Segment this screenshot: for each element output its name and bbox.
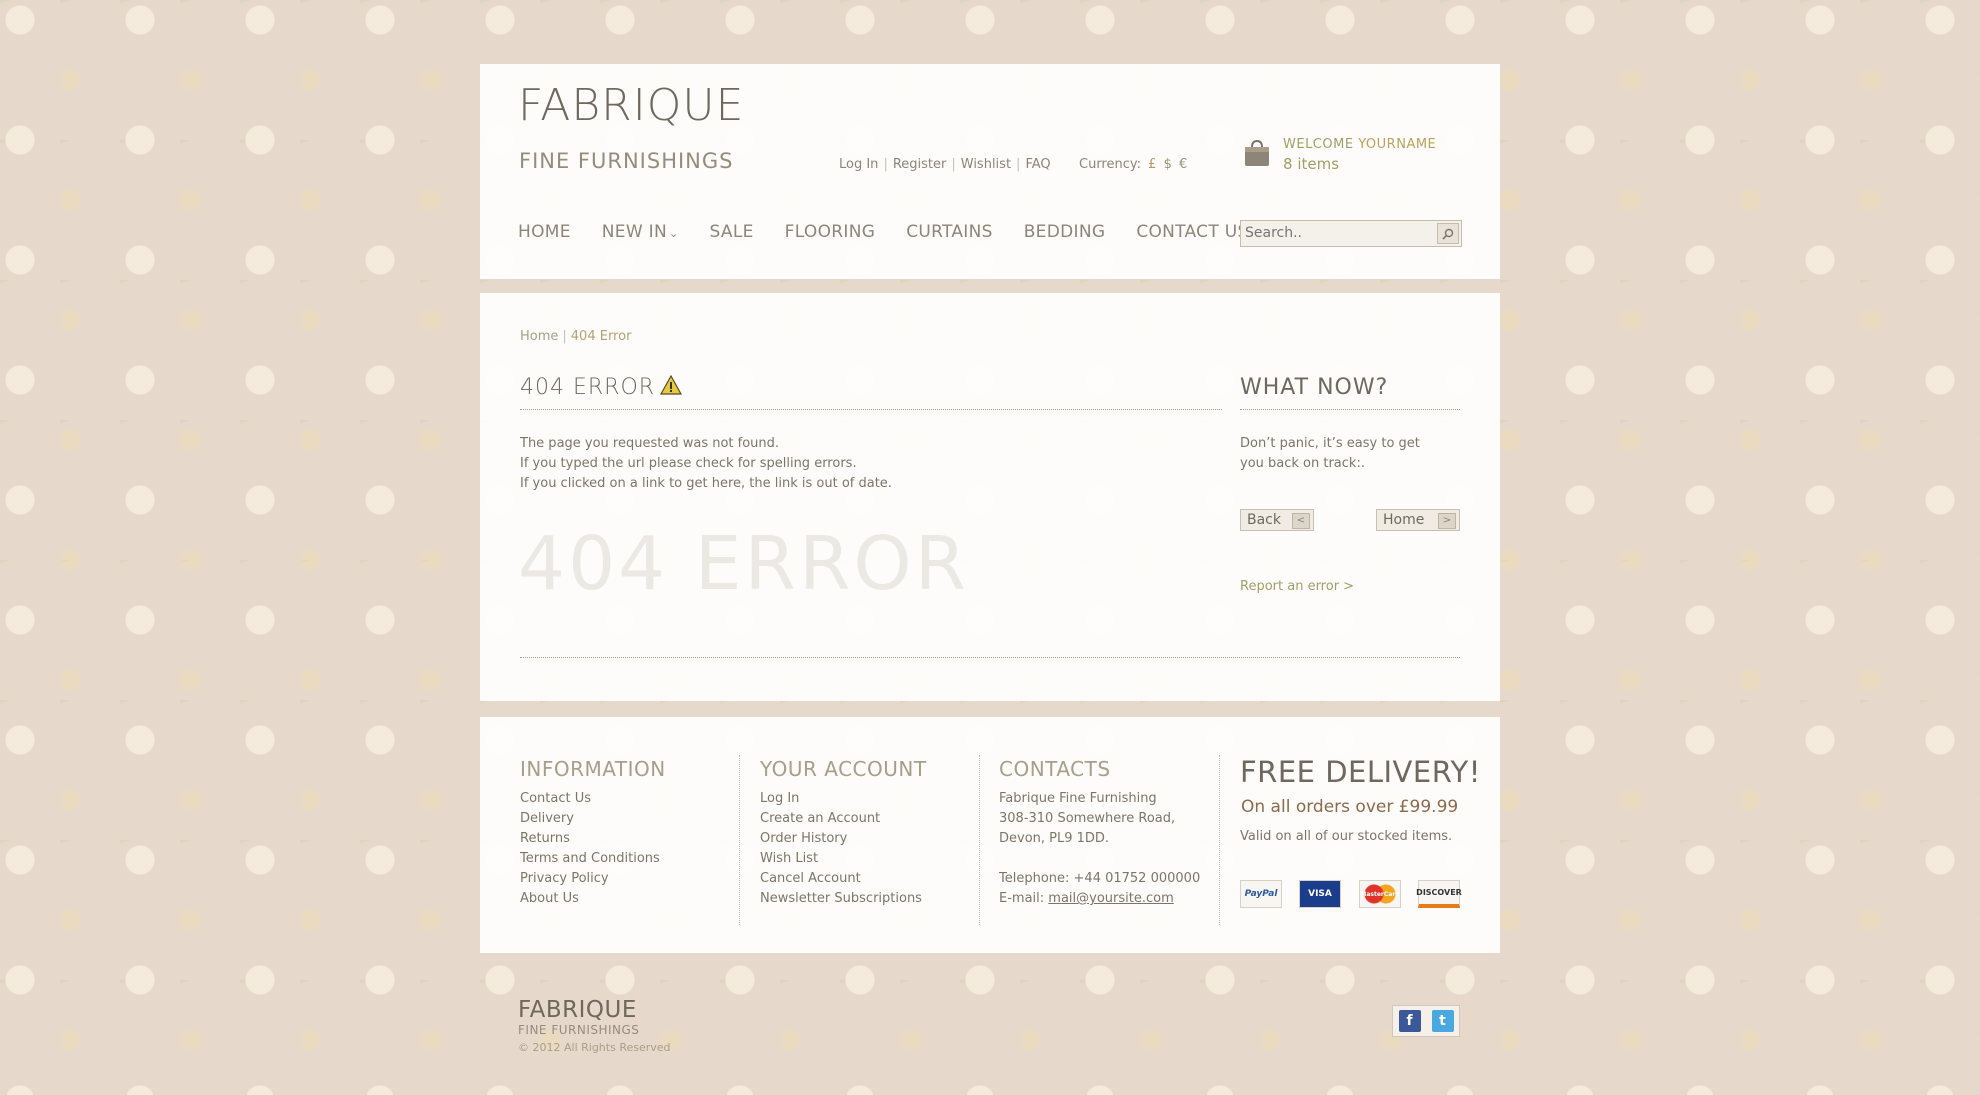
faq-link[interactable]: FAQ [1025, 157, 1050, 172]
nav-curtains[interactable]: CURTAINS [906, 222, 993, 242]
nav-sale[interactable]: SALE [710, 222, 754, 242]
copyright: © 2012 All Rights Reserved [518, 1041, 671, 1054]
currency-eur[interactable]: € [1179, 157, 1187, 172]
home-button-label: Home [1383, 512, 1425, 528]
account-list: Log In Create an Account Order History W… [760, 789, 922, 909]
footer-link-terms[interactable]: Terms and Conditions [520, 851, 660, 866]
mastercard-icon: MasterCard [1359, 880, 1401, 908]
footer-link-login[interactable]: Log In [760, 791, 799, 806]
welcome-prefix: WELCOME [1283, 137, 1354, 152]
search-button[interactable] [1437, 223, 1459, 244]
column-divider [1219, 755, 1220, 925]
home-button[interactable]: Home > [1376, 509, 1460, 531]
nav-bedding[interactable]: BEDDING [1024, 222, 1106, 242]
free-delivery-title: FREE DELIVERY! [1240, 755, 1481, 789]
information-list: Contact Us Delivery Returns Terms and Co… [520, 789, 660, 909]
logo-title[interactable]: FABRIQUE [518, 80, 744, 131]
shopping-bag-icon[interactable] [1242, 139, 1272, 167]
contacts-title: CONTACTS [999, 757, 1111, 781]
contact-details: Fabrique Fine Furnishing 308-310 Somewhe… [999, 789, 1200, 909]
chevron-right-icon: > [1438, 513, 1456, 529]
address-line: 308-310 Somewhere Road, [999, 811, 1176, 826]
top-links: Log In | Register | Wishlist | FAQ [839, 157, 1051, 172]
error-messages: The page you requested was not found. If… [520, 434, 892, 494]
breadcrumb-current: 404 Error [570, 329, 632, 344]
footer-link-newsletter[interactable]: Newsletter Subscriptions [760, 891, 922, 906]
error-message-line: If you typed the url please check for sp… [520, 456, 857, 471]
what-now-title: WHAT NOW? [1240, 375, 1389, 400]
column-divider [739, 755, 740, 925]
facebook-icon[interactable]: f [1398, 1010, 1421, 1032]
footer-link-cancel-account[interactable]: Cancel Account [760, 871, 861, 886]
footer-link-delivery[interactable]: Delivery [520, 811, 574, 826]
footer-link-order-history[interactable]: Order History [760, 831, 847, 846]
address-line: Devon, PL9 1DD. [999, 831, 1110, 846]
footer-link-about[interactable]: About Us [520, 891, 579, 906]
report-error-link[interactable]: Report an error > [1240, 579, 1354, 594]
visa-icon: VISA [1299, 880, 1341, 908]
register-link[interactable]: Register [893, 157, 947, 172]
side-divider [1240, 409, 1460, 410]
header-panel: FABRIQUE FINE FURNISHINGS Log In | Registe… [480, 64, 1500, 279]
nav-flooring[interactable]: FLOORING [785, 222, 876, 242]
currency-label: Currency: [1079, 157, 1142, 172]
wishlist-link[interactable]: Wishlist [961, 157, 1011, 172]
nav-new-in-label: NEW IN [601, 222, 667, 242]
footer-link-privacy[interactable]: Privacy Policy [520, 871, 609, 886]
nav-home[interactable]: HOME [518, 222, 571, 242]
footer-link-returns[interactable]: Returns [520, 831, 570, 846]
ghost-404-text: 404 ERROR [518, 521, 970, 607]
search-icon [1442, 228, 1454, 240]
back-button[interactable]: Back < [1240, 509, 1314, 531]
error-message-line: If you clicked on a link to get here, th… [520, 476, 892, 491]
footer-logo-subtitle: FINE FURNISHINGS [518, 1023, 640, 1037]
free-delivery-subtitle: On all orders over £99.99 [1241, 797, 1459, 817]
what-now-text: Don’t panic, it’s easy to get you back o… [1240, 436, 1420, 471]
information-title: INFORMATION [520, 757, 666, 781]
breadcrumb-home[interactable]: Home [520, 329, 558, 344]
cart-items[interactable]: 8 items [1283, 155, 1339, 173]
social-links: f t [1392, 1005, 1460, 1037]
company-name: Fabrique Fine Furnishing [999, 791, 1157, 806]
footer-panel: INFORMATION Contact Us Delivery Returns … [480, 717, 1500, 953]
telephone: Telephone: +44 01752 000000 [999, 871, 1201, 886]
login-link[interactable]: Log In [839, 157, 878, 172]
twitter-icon[interactable]: t [1431, 1010, 1454, 1032]
cart-items-label: items [1297, 155, 1340, 173]
column-divider [979, 755, 980, 925]
nav-new-in[interactable]: NEW IN ⌄ [602, 222, 679, 242]
footer-link-contact-us[interactable]: Contact Us [520, 791, 591, 806]
breadcrumb: Home | 404 Error [520, 329, 632, 344]
paypal-icon: PayPal [1240, 880, 1282, 908]
warning-icon [659, 374, 683, 399]
free-delivery-note: Valid on all of our stocked items. [1240, 829, 1453, 844]
currency-gbp[interactable]: £ [1148, 157, 1156, 172]
search-input[interactable] [1241, 221, 1434, 244]
currency-usd[interactable]: $ [1164, 157, 1172, 172]
main-panel: Home | 404 Error 404 ERROR The page you re… [480, 293, 1500, 701]
footer-link-wish-list[interactable]: Wish List [760, 851, 818, 866]
nav-contact-us[interactable]: CONTACT US [1136, 222, 1248, 242]
account-title: YOUR ACCOUNT [760, 757, 927, 781]
page-title: 404 ERROR [520, 375, 656, 400]
title-divider [520, 409, 1222, 410]
error-message-line: The page you requested was not found. [520, 436, 780, 451]
main-nav: HOME NEW IN ⌄ SALE FLOORING CURTAINS BEDD… [518, 222, 1280, 242]
chevron-down-icon: ⌄ [668, 227, 679, 240]
welcome-text: WELCOME YOURNAME [1283, 137, 1436, 152]
bottom-divider [520, 657, 1460, 658]
search-box [1240, 220, 1462, 247]
footer-logo[interactable]: FABRIQUE [518, 997, 637, 1023]
email-label: E-mail: [999, 891, 1045, 906]
discover-icon: DISCOVER [1416, 880, 1462, 908]
email-link[interactable]: mail@yoursite.com [1048, 891, 1173, 906]
back-button-label: Back [1247, 512, 1281, 528]
welcome-name[interactable]: YOURNAME [1358, 137, 1436, 152]
currency-selector: Currency: £ $ € [1079, 157, 1187, 172]
footer-link-create-account[interactable]: Create an Account [760, 811, 880, 826]
cart-count: 8 [1283, 155, 1293, 173]
logo-subtitle: FINE FURNISHINGS [519, 149, 734, 173]
chevron-left-icon: < [1292, 513, 1310, 529]
